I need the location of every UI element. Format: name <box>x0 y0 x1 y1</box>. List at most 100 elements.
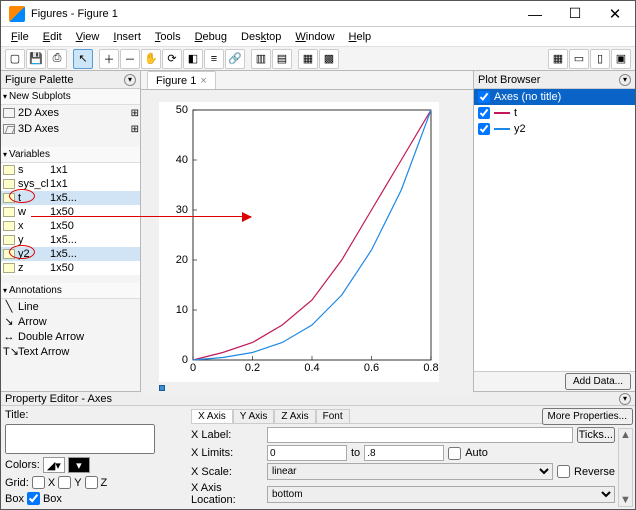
tab-yaxis[interactable]: Y Axis <box>233 409 275 423</box>
menu-insert[interactable]: Insert <box>107 30 147 44</box>
tab-font[interactable]: Font <box>316 409 350 423</box>
axes-2d-item[interactable]: 2D Axes ⊞ <box>1 105 140 121</box>
figure-palette-header: Figure Palette ▾ <box>1 71 140 89</box>
maximize-button[interactable]: ☐ <box>555 1 595 27</box>
xlim-hi-input[interactable] <box>364 445 444 461</box>
bgcolor-button[interactable]: ◢▾ <box>43 457 65 473</box>
pb-series-row[interactable]: y2 <box>474 121 635 137</box>
xlim-lo-input[interactable] <box>267 445 347 461</box>
dock-v-button[interactable]: ▯ <box>590 49 610 69</box>
menubar: File Edit View Insert Tools Debug Deskto… <box>1 27 635 47</box>
tab-xaxis[interactable]: X Axis <box>191 409 233 423</box>
var-row[interactable]: x1x50 <box>1 219 140 233</box>
grid-y-check[interactable] <box>58 476 71 489</box>
colorbar-button[interactable]: ▥ <box>251 49 271 69</box>
pb-series-check[interactable] <box>478 107 490 119</box>
rotate3d-button[interactable]: ⟳ <box>162 49 182 69</box>
menu-edit[interactable]: Edit <box>37 30 68 44</box>
grid-z-check[interactable] <box>85 476 98 489</box>
new-figure-button[interactable]: ▢ <box>5 49 25 69</box>
var-row[interactable]: sys_cl1x1 <box>1 177 140 191</box>
ticks-button[interactable]: Ticks... <box>577 427 615 443</box>
pb-axes-row[interactable]: Axes (no title) <box>474 89 635 105</box>
xlabel-label: X Label: <box>191 429 263 441</box>
grid-icon: ⊞ <box>131 124 138 135</box>
pointer-button[interactable]: ↖ <box>73 49 93 69</box>
annotation-arrow <box>31 216 251 217</box>
title-input[interactable] <box>5 424 155 454</box>
pb-series-row[interactable]: t <box>474 105 635 121</box>
variables-header[interactable]: Variables <box>1 147 140 163</box>
menu-help[interactable]: Help <box>343 30 378 44</box>
main-area: Figure Palette ▾ New Subplots 2D Axes ⊞ … <box>1 71 635 391</box>
dock-grid-button[interactable]: ▦ <box>548 49 568 69</box>
grid-x-check[interactable] <box>32 476 45 489</box>
series-color-icon <box>494 112 510 114</box>
svg-text:20: 20 <box>176 254 188 266</box>
figure-palette-title: Figure Palette <box>5 74 73 86</box>
zoom-in-button[interactable]: ＋ <box>99 49 119 69</box>
svg-text:0.2: 0.2 <box>245 362 260 374</box>
xaxloc-select[interactable]: bottom <box>267 486 615 503</box>
annotations-header[interactable]: Annotations <box>1 283 140 299</box>
close-tab-icon[interactable]: × <box>200 75 206 87</box>
close-button[interactable]: ✕ <box>595 1 635 27</box>
plot-area[interactable]: 00.20.40.60.801020304050 <box>141 90 473 395</box>
panel-menu-icon[interactable]: ▾ <box>124 74 136 86</box>
box-check[interactable] <box>27 492 40 505</box>
var-row[interactable]: z1x50 <box>1 261 140 275</box>
pb-axes-check[interactable] <box>478 91 490 103</box>
prop-scrollbar[interactable]: ▲▼ <box>618 428 633 507</box>
minimize-button[interactable]: — <box>515 1 555 27</box>
save-button[interactable]: 💾 <box>26 49 46 69</box>
fgcolor-button[interactable]: ▾ <box>68 457 90 473</box>
xlabel-input[interactable] <box>267 427 573 443</box>
tab-zaxis[interactable]: Z Axis <box>274 409 315 423</box>
reverse-check[interactable] <box>557 465 570 478</box>
series-label: t <box>514 107 517 119</box>
link-button[interactable]: 🔗 <box>225 49 245 69</box>
box-label: Box <box>5 493 24 505</box>
figure-tab[interactable]: Figure 1 × <box>147 71 216 89</box>
dock-tab-button[interactable]: ▣ <box>611 49 631 69</box>
ann-arrow[interactable]: ↘Arrow <box>1 314 140 329</box>
more-properties-button[interactable]: More Properties... <box>542 408 633 425</box>
var-row[interactable]: y1x5... <box>1 233 140 247</box>
panel-menu-icon[interactable]: ▾ <box>619 74 631 86</box>
axes-3d-item[interactable]: 3D Axes ⊞ <box>1 121 140 137</box>
print-button[interactable]: ⎙ <box>47 49 67 69</box>
add-data-button[interactable]: Add Data... <box>565 373 631 390</box>
brush-button[interactable]: ≡ <box>204 49 224 69</box>
ann-line[interactable]: ╲Line <box>1 299 140 314</box>
pb-series-check[interactable] <box>478 123 490 135</box>
xlimits-label: X Limits: <box>191 447 263 459</box>
palette-button[interactable]: ▦ <box>298 49 318 69</box>
menu-tools[interactable]: Tools <box>149 30 187 44</box>
menu-debug[interactable]: Debug <box>189 30 233 44</box>
panel-menu-icon[interactable]: ▾ <box>619 393 631 405</box>
zoom-out-button[interactable]: － <box>120 49 140 69</box>
var-row-y2[interactable]: y21x5... <box>1 247 140 261</box>
axes[interactable]: 00.20.40.60.801020304050 <box>159 102 439 382</box>
var-row-t[interactable]: t1x5... <box>1 191 140 205</box>
browser-button[interactable]: ▩ <box>319 49 339 69</box>
legend-button[interactable]: ▤ <box>272 49 292 69</box>
menu-desktop[interactable]: Desktop <box>235 30 287 44</box>
ann-text-arrow[interactable]: T↘Text Arrow <box>1 344 140 359</box>
ann-double-arrow[interactable]: ↔Double Arrow <box>1 329 140 344</box>
plot-browser-header: Plot Browser ▾ <box>474 71 635 89</box>
menu-file[interactable]: File <box>5 30 35 44</box>
xscale-select[interactable]: linear <box>267 463 553 480</box>
svg-text:0.8: 0.8 <box>423 362 438 374</box>
pb-axes-label: Axes (no title) <box>494 91 561 103</box>
pan-button[interactable]: ✋ <box>141 49 161 69</box>
menu-window[interactable]: Window <box>289 30 340 44</box>
var-row[interactable]: s1x1 <box>1 163 140 177</box>
auto-check[interactable] <box>448 447 461 460</box>
new-subplots-header[interactable]: New Subplots <box>1 89 140 105</box>
dock-h-button[interactable]: ▭ <box>569 49 589 69</box>
datacursor-button[interactable]: ◧ <box>183 49 203 69</box>
selection-handle[interactable] <box>159 385 165 391</box>
titlebar: Figures - Figure 1 — ☐ ✕ <box>1 1 635 27</box>
menu-view[interactable]: View <box>70 30 106 44</box>
